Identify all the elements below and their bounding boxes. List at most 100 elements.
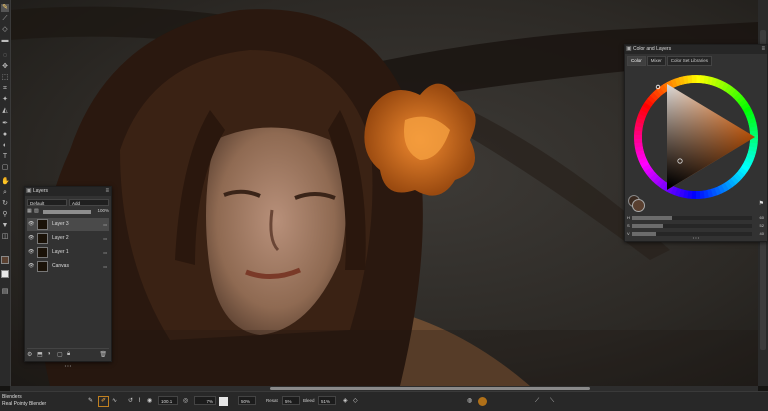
slider-track[interactable] bbox=[632, 224, 752, 228]
layers-panel-header[interactable]: ▣ Layers ≡ bbox=[25, 187, 111, 196]
settings-icon[interactable]: ◈ bbox=[343, 396, 348, 407]
main-color-swatch[interactable] bbox=[1, 256, 9, 264]
composite-dropdown[interactable]: Add bbox=[69, 199, 109, 206]
shape-tool-icon[interactable]: ◭ bbox=[1, 107, 9, 115]
visibility-eye-icon[interactable]: 👁︎ bbox=[28, 260, 34, 273]
panel-menu-icon[interactable]: ≡ bbox=[105, 187, 109, 196]
layer-thumbnail bbox=[37, 233, 48, 244]
hand-tool-icon[interactable]: ✋ bbox=[1, 178, 10, 186]
layer-type-icon: ▭ bbox=[103, 250, 107, 255]
layer-type-icon: ▭ bbox=[103, 264, 107, 269]
slider-label: S bbox=[627, 223, 630, 228]
brush-category[interactable]: Blenders Real Pointy Blender bbox=[2, 394, 46, 408]
size-field[interactable]: 100.1 bbox=[158, 396, 178, 405]
bleed-value: 51% bbox=[321, 399, 331, 404]
brush-variant-label: Real Pointy Blender bbox=[2, 401, 47, 407]
circle-tool-icon[interactable]: ● bbox=[1, 131, 9, 139]
current-color-swatch[interactable] bbox=[632, 199, 645, 212]
crop-tool-icon[interactable]: ⌗ bbox=[1, 85, 9, 93]
layer-item[interactable]: 👁︎ Layer 3 ▭ bbox=[27, 218, 109, 231]
new-layer-icon[interactable]: ▢ bbox=[57, 351, 63, 358]
color-panel-header[interactable]: ▣ Color and Layers ≡ bbox=[625, 45, 767, 54]
layer-thumbnail bbox=[37, 261, 48, 272]
visibility-eye-icon[interactable]: 👁︎ bbox=[28, 246, 34, 259]
zoom-tool-icon[interactable]: ⌕ bbox=[1, 189, 9, 197]
bleed-field[interactable]: 51% bbox=[318, 396, 336, 405]
color-panel-tabs: Color Mixer Color Set Libraries bbox=[627, 56, 713, 66]
layer-name: Layer 1 bbox=[52, 249, 69, 255]
opacity-field[interactable]: 7% bbox=[194, 396, 216, 405]
brush-icon[interactable]: ✎ bbox=[88, 396, 93, 407]
layers-more[interactable]: • • • bbox=[25, 363, 111, 368]
color-options-icon[interactable]: ⚑ bbox=[759, 200, 764, 207]
layer-thumbnail bbox=[37, 247, 48, 258]
size-icon[interactable]: ◉ bbox=[147, 396, 152, 407]
hue-segment bbox=[634, 138, 643, 144]
tab-color[interactable]: Color bbox=[627, 56, 646, 66]
active-brush-icon[interactable]: ✐ bbox=[98, 396, 109, 407]
flip-icon[interactable]: ⟋ bbox=[535, 396, 539, 407]
layer-fx-icon[interactable]: ⚙ bbox=[27, 351, 32, 358]
color-wheel[interactable] bbox=[625, 67, 767, 207]
texture-icon[interactable]: ◍ bbox=[467, 396, 472, 407]
mask-icon[interactable]: ◑ bbox=[47, 351, 51, 357]
hue-segment bbox=[695, 190, 701, 199]
transform-tool-icon[interactable]: ⬚ bbox=[1, 74, 9, 82]
lock-transparency-icon[interactable]: ▦ bbox=[27, 208, 32, 214]
hue-segment bbox=[691, 75, 697, 84]
color-panel-menu-icon[interactable]: ≡ bbox=[761, 45, 765, 54]
wand-tool-icon[interactable]: ✦ bbox=[1, 96, 9, 104]
layer-opacity-fill bbox=[43, 210, 91, 214]
layer-item[interactable]: 👁︎ Layer 1 ▭ bbox=[27, 246, 109, 259]
smudge-tool-icon[interactable]: ◇ bbox=[1, 26, 9, 34]
eyedropper-tool-icon[interactable]: ⚲ bbox=[1, 211, 9, 219]
select-tool-icon[interactable]: ▢ bbox=[1, 164, 9, 172]
opacity-icon[interactable]: ◎ bbox=[183, 396, 188, 407]
text-tool-icon[interactable]: T bbox=[1, 153, 9, 161]
blend-mode-dropdown[interactable]: Default bbox=[27, 199, 67, 206]
paper-icon[interactable]: ▤ bbox=[1, 288, 9, 296]
visibility-eye-icon[interactable]: 👁︎ bbox=[28, 232, 34, 245]
layer-item[interactable]: 👁︎ Canvas ▭ bbox=[27, 260, 109, 273]
layer-type-icon: ▭ bbox=[103, 236, 107, 241]
color-slider[interactable]: H 60 bbox=[627, 215, 765, 221]
secondary-color-swatch[interactable] bbox=[1, 270, 9, 278]
brush-color-swatch[interactable] bbox=[478, 397, 487, 406]
blend-tool-icon[interactable]: ◐ bbox=[1, 142, 9, 150]
layer-item[interactable]: 👁︎ Layer 2 ▭ bbox=[27, 232, 109, 245]
lasso-tool-icon[interactable]: ◌ bbox=[1, 52, 9, 60]
move-tool-icon[interactable]: ✥ bbox=[1, 63, 9, 71]
visibility-eye-icon[interactable]: 👁︎ bbox=[28, 218, 34, 231]
mirror-icon[interactable]: ⟍ bbox=[550, 396, 554, 407]
stroke-icon[interactable]: ∿ bbox=[112, 396, 117, 407]
layers-panel-title: Layers bbox=[33, 188, 49, 194]
slider-track[interactable] bbox=[632, 216, 752, 220]
opacity-value: 7% bbox=[206, 399, 213, 404]
color-panel-title: Color and Layers bbox=[633, 46, 672, 52]
lock-layer-icon[interactable]: 🔒︎ bbox=[67, 351, 70, 358]
tab-color-set-libraries[interactable]: Color Set Libraries bbox=[666, 56, 713, 66]
delete-layer-icon[interactable]: 🗑︎ bbox=[99, 351, 107, 358]
resat-field[interactable]: 5% bbox=[282, 396, 300, 405]
eraser-tool-icon[interactable]: ▬ bbox=[1, 37, 9, 45]
grain-value: 50% bbox=[241, 399, 251, 404]
layer-opacity-slider[interactable] bbox=[43, 210, 91, 214]
toolbox: ✎ ⟋ ◇ ▬ ◌ ✥ ⬚ ⌗ ✦ ◭ ✒ ● ◐ T ▢ ✋ ⌕ ↻ ⚲ ▼ … bbox=[0, 0, 11, 386]
horizontal-scroll-thumb[interactable] bbox=[270, 387, 590, 390]
color-more[interactable]: • • • bbox=[625, 235, 767, 240]
tab-mixer[interactable]: Mixer bbox=[646, 56, 666, 66]
pen-tool-icon[interactable]: ✒ bbox=[1, 120, 9, 128]
dab-icon[interactable]: ◇ bbox=[353, 396, 358, 407]
new-group-icon[interactable]: ⬒ bbox=[37, 351, 43, 358]
dropper-tool-icon[interactable]: ⟋ bbox=[1, 15, 9, 23]
ruler-tool-icon[interactable]: ◫ bbox=[1, 233, 9, 241]
brush-tool-icon[interactable]: ✎ bbox=[1, 4, 9, 12]
color-slider[interactable]: S 52 bbox=[627, 223, 765, 229]
pick-up-layer-icon[interactable]: ▧ bbox=[34, 208, 39, 214]
stylus-icon[interactable]: ⌇ bbox=[138, 396, 141, 407]
rotate-tool-icon[interactable]: ↻ bbox=[1, 200, 9, 208]
paper-swatch[interactable] bbox=[219, 397, 228, 406]
fill-tool-icon[interactable]: ▼ bbox=[1, 222, 9, 230]
reset-icon[interactable]: ↺ bbox=[128, 396, 133, 407]
grain-field[interactable]: 50% bbox=[238, 396, 256, 405]
